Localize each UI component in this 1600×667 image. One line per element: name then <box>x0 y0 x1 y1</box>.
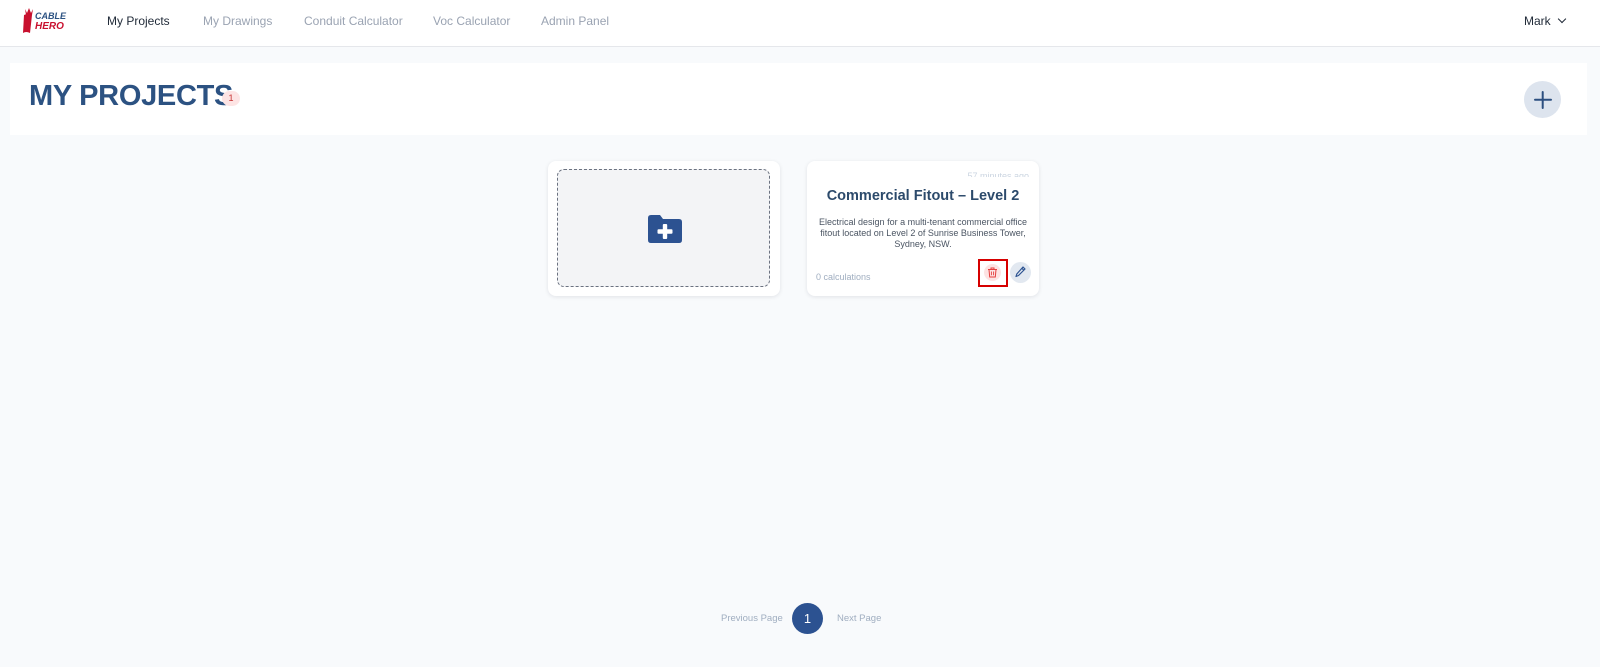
page-title: MY PROJECTS <box>29 80 234 112</box>
cable-hero-logo[interactable]: CABLE HERO <box>22 7 74 35</box>
project-title[interactable]: Commercial Fitout – Level 2 <box>807 188 1039 204</box>
create-project-dropzone[interactable] <box>557 169 770 287</box>
project-card[interactable]: 57 minutes ago Commercial Fitout – Level… <box>807 161 1039 296</box>
nav-my-drawings[interactable]: My Drawings <box>203 14 272 28</box>
user-menu[interactable]: Mark <box>1524 14 1566 28</box>
delete-project-button[interactable] <box>978 259 1008 287</box>
calculation-count: 0 calculations <box>816 272 871 282</box>
nav-my-projects[interactable]: My Projects <box>107 14 170 28</box>
new-project-card <box>548 161 780 296</box>
folder-plus-icon <box>648 215 682 243</box>
project-count-badge: 1 <box>222 91 240 106</box>
logo-icon: CABLE HERO <box>23 8 67 33</box>
add-project-button[interactable] <box>1524 81 1561 118</box>
previous-page-link[interactable]: Previous Page <box>721 613 783 624</box>
pencil-icon <box>1015 266 1026 278</box>
top-navbar: CABLE HERO My Projects My Drawings Condu… <box>0 0 1600 47</box>
page-number-current[interactable]: 1 <box>792 603 823 634</box>
user-name: Mark <box>1524 14 1551 28</box>
chevron-down-icon <box>1557 14 1566 24</box>
project-description: Electrical design for a multi-tenant com… <box>819 217 1027 249</box>
page-header: MY PROJECTS 1 <box>10 63 1587 135</box>
trash-icon <box>988 267 997 278</box>
logo-line2: HERO <box>35 21 64 32</box>
nav-admin-panel[interactable]: Admin Panel <box>541 14 609 28</box>
logo-line1: CABLE <box>35 11 67 21</box>
edit-project-button[interactable] <box>1010 262 1031 283</box>
nav-voc-calculator[interactable]: Voc Calculator <box>433 14 510 28</box>
nav-conduit-calculator[interactable]: Conduit Calculator <box>304 14 403 28</box>
next-page-link[interactable]: Next Page <box>837 613 881 624</box>
pagination: Previous Page 1 Next Page <box>0 603 1600 635</box>
project-timestamp: 57 minutes ago <box>967 171 1029 177</box>
